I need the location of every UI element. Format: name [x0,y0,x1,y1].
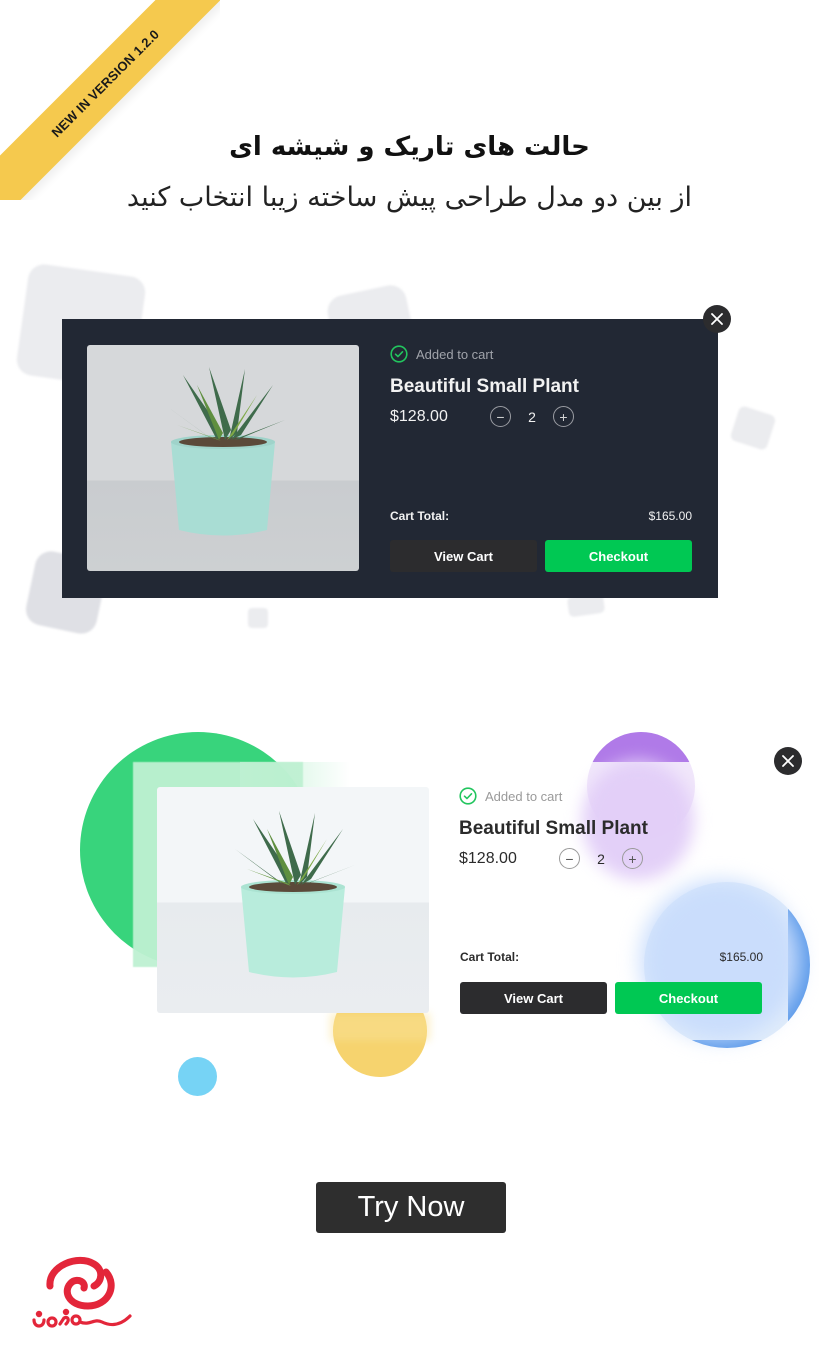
close-icon [711,313,723,325]
close-glass-popup-button[interactable] [774,747,802,775]
plus-icon: + [559,408,568,425]
bg-square [729,405,777,451]
cart-total-row: Cart Total: $165.00 [390,509,692,523]
increase-quantity-button[interactable]: + [553,406,574,427]
bg-square [248,608,268,628]
added-to-cart-status: Added to cart [390,345,692,363]
check-circle-icon [390,345,408,363]
ribbon-band: NEW IN VERSION 1.2.0 [0,0,220,200]
page-subtitle: از بین دو مدل طراحی پیش ساخته زیبا انتخا… [126,182,693,213]
product-price: $128.00 [459,849,517,867]
close-dark-popup-button[interactable] [703,305,731,333]
decrease-quantity-button[interactable]: − [559,848,580,869]
view-cart-button[interactable]: View Cart [390,540,537,572]
minus-icon: − [496,408,505,425]
try-now-button[interactable]: Try Now [316,1182,506,1233]
quantity-value: 2 [597,850,605,867]
product-name: Beautiful Small Plant [459,818,648,839]
check-circle-icon [459,787,477,805]
ribbon-text: NEW IN VERSION 1.2.0 [48,26,162,140]
cart-total-label: Cart Total: [390,509,450,523]
cart-total-value: $165.00 [719,950,763,964]
brand-logo-icon [32,1256,132,1328]
dark-cart-popup: Added to cart Beautiful Small Plant $128… [62,319,718,598]
cart-total-value: $165.00 [648,509,692,523]
plant-illustration [165,367,285,536]
glass-blur-yellow [330,1013,430,1041]
minus-icon: − [565,850,574,867]
view-cart-button[interactable]: View Cart [460,982,607,1014]
cart-total-label: Cart Total: [460,950,520,964]
status-text: Added to cart [485,788,563,804]
checkout-button[interactable]: Checkout [615,982,762,1014]
checkout-button[interactable]: Checkout [545,540,692,572]
close-icon [782,755,794,767]
decrease-quantity-button[interactable]: − [490,406,511,427]
status-text: Added to cart [416,346,494,362]
version-ribbon: NEW IN VERSION 1.2.0 [0,0,220,200]
plus-icon: + [628,850,637,867]
quantity-value: 2 [528,408,536,425]
added-to-cart-status: Added to cart [459,787,763,805]
product-image [157,787,429,1013]
decor-circle-lightblue [178,1057,217,1096]
cart-total-row: Cart Total: $165.00 [460,950,763,964]
product-image [87,345,359,571]
increase-quantity-button[interactable]: + [622,848,643,869]
page-title: حالت های تاریک و شیشه ای [229,132,590,162]
product-price: $128.00 [390,407,448,425]
plant-illustration [235,811,355,978]
product-name: Beautiful Small Plant [390,376,579,397]
